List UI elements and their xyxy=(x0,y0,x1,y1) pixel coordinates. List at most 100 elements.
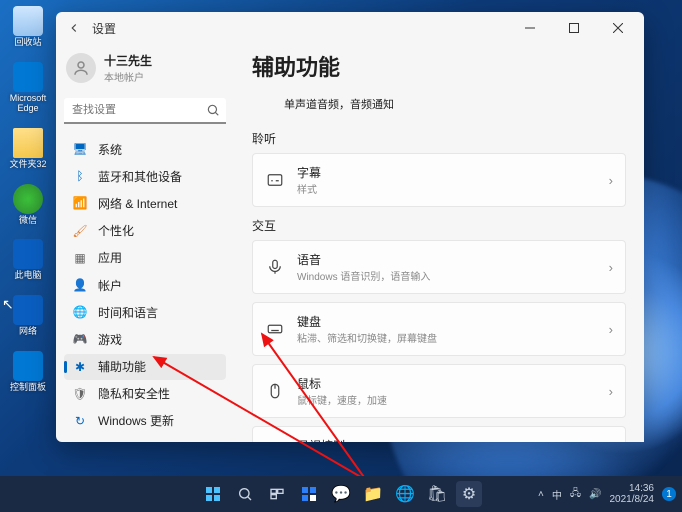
search-input[interactable] xyxy=(64,98,226,124)
card-sub: Windows 语音识别，语音输入 xyxy=(297,268,430,283)
clock[interactable]: 14:36 2021/8/24 xyxy=(610,483,655,505)
nav-accounts[interactable]: 👤帐户 xyxy=(64,272,226,298)
nav-label: 隐私和安全性 xyxy=(98,385,170,402)
card-sub: 样式 xyxy=(297,181,321,196)
maximize-button[interactable] xyxy=(556,14,592,42)
nav-windows-update[interactable]: ↻Windows 更新 xyxy=(64,408,226,434)
section-listen: 聆听 xyxy=(252,130,626,147)
nav-system[interactable]: 🖥 系统 xyxy=(64,136,226,162)
search-icon xyxy=(206,103,220,122)
taskbar-search[interactable] xyxy=(232,481,258,507)
ime-icon[interactable]: 中 xyxy=(552,487,562,502)
close-button[interactable] xyxy=(600,14,636,42)
account-name: 十三先生 xyxy=(104,52,152,69)
back-button[interactable] xyxy=(64,18,84,38)
taskbar: 💬 📁 🌐 🛍 ⚙ ˄ 中 🖧 🔊 14:36 2021/8/24 1 xyxy=(0,476,682,512)
nav-personalization[interactable]: 🖌 个性化 xyxy=(64,218,226,244)
desktop-icon-recycle-bin[interactable]: 回收站 xyxy=(6,6,50,48)
apps-icon: ▦ xyxy=(72,250,88,266)
desktop-icon-control-panel[interactable]: 控制面板 xyxy=(6,351,50,393)
mono-audio-row[interactable]: 单声道音频，音频通知 xyxy=(252,88,626,120)
system-tray[interactable]: ˄ 中 🖧 🔊 14:36 2021/8/24 1 xyxy=(538,483,676,505)
chevron-right-icon: › xyxy=(609,322,613,337)
notifications-icon[interactable]: 1 xyxy=(662,487,676,501)
widgets[interactable] xyxy=(296,481,322,507)
nav-network[interactable]: 📶 网络 & Internet xyxy=(64,190,226,216)
wifi-icon: 📶 xyxy=(72,195,88,211)
edge-icon[interactable]: 🌐 xyxy=(392,481,418,507)
nav-accessibility[interactable]: ✱ 辅助功能 xyxy=(64,354,226,380)
store-icon[interactable]: 🛍 xyxy=(424,481,450,507)
network-icon[interactable]: 🖧 xyxy=(570,486,581,503)
nav-apps[interactable]: ▦ 应用 xyxy=(64,245,226,271)
account-block[interactable]: 十三先生 本地帐户 xyxy=(64,48,226,92)
avatar-icon xyxy=(66,53,96,83)
tray-chevron-icon[interactable]: ˄ xyxy=(538,489,544,500)
card-speech[interactable]: 语音Windows 语音识别，语音输入 › xyxy=(252,240,626,294)
nav-label: 游戏 xyxy=(98,331,122,348)
mouse-icon xyxy=(265,381,285,401)
nav-label: 个性化 xyxy=(98,222,134,239)
nav-label: 时间和语言 xyxy=(98,304,158,321)
nav-bluetooth[interactable]: ᛒ 蓝牙和其他设备 xyxy=(64,163,226,189)
chevron-right-icon: › xyxy=(609,173,613,188)
clock-date: 2021/8/24 xyxy=(610,494,655,505)
volume-icon[interactable]: 🔊 xyxy=(589,489,601,500)
chevron-right-icon: › xyxy=(609,260,613,275)
paint-icon: 🖌 xyxy=(72,223,88,239)
captions-icon xyxy=(265,170,285,190)
card-sub: 粘滞、筛选和切换键，屏幕键盘 xyxy=(297,330,437,345)
shield-icon: 🛡 xyxy=(72,386,88,402)
cursor-icon: ↖ xyxy=(2,296,14,313)
update-icon: ↻ xyxy=(72,413,88,429)
nav-time-language[interactable]: 🌐时间和语言 xyxy=(64,299,226,325)
microphone-icon xyxy=(265,257,285,277)
nav-list: 🖥 系统 ᛒ 蓝牙和其他设备 📶 网络 & Internet 🖌 个性化 ▦ 应用 👤帐户… xyxy=(64,136,226,434)
nav-label: 蓝牙和其他设备 xyxy=(98,168,182,185)
nav-privacy[interactable]: 🛡 隐私和安全性 xyxy=(64,381,226,407)
monitor-icon: 🖥 xyxy=(72,141,88,157)
user-icon: 👤 xyxy=(72,277,88,293)
card-eye-control[interactable]: 目视控制目动追踪仪，文本到语音转换 › xyxy=(252,426,626,442)
chevron-right-icon: › xyxy=(609,384,613,399)
desktop-icon-this-pc[interactable]: 此电脑 xyxy=(6,239,50,281)
desktop-icons: 回收站 Microsoft Edge 文件夹32 微信 此电脑 网络 控制面板 xyxy=(6,6,50,393)
desktop-icon-wechat[interactable]: 微信 xyxy=(6,184,50,226)
card-title: 键盘 xyxy=(297,313,437,330)
explorer-icon[interactable]: 📁 xyxy=(360,481,386,507)
nav-label: 网络 & Internet xyxy=(98,195,177,212)
page-heading: 辅助功能 xyxy=(252,50,626,82)
desktop-icon-edge[interactable]: Microsoft Edge xyxy=(6,62,50,114)
mono-audio-sub: 单声道音频，音频通知 xyxy=(284,96,394,112)
teams-icon[interactable]: 💬 xyxy=(328,481,354,507)
accessibility-icon: ✱ xyxy=(72,359,88,375)
nav-label: 系统 xyxy=(98,141,122,158)
nav-label: 应用 xyxy=(98,249,122,266)
card-mouse[interactable]: 鼠标鼠标键，速度，加速 › xyxy=(252,364,626,418)
section-interact: 交互 xyxy=(252,217,626,234)
card-sub: 鼠标键，速度，加速 xyxy=(297,392,387,407)
settings-taskbar-icon[interactable]: ⚙ xyxy=(456,481,482,507)
card-title: 字幕 xyxy=(297,164,321,181)
content-pane: 辅助功能 单声道音频，音频通知 聆听 字幕样式 › 交互 语音Windows 语… xyxy=(234,44,644,442)
minimize-button[interactable] xyxy=(512,14,548,42)
start-button[interactable] xyxy=(200,481,226,507)
nav-gaming[interactable]: 🎮 游戏 xyxy=(64,326,226,352)
gamepad-icon: 🎮 xyxy=(72,331,88,347)
settings-window: 设置 十三先生 本地帐户 xyxy=(56,12,644,442)
desktop-icon-folder[interactable]: 文件夹32 xyxy=(6,128,50,170)
account-type: 本地帐户 xyxy=(104,69,152,84)
card-title: 鼠标 xyxy=(297,375,387,392)
nav-label: 辅助功能 xyxy=(98,358,146,375)
card-title: 目视控制 xyxy=(297,437,427,442)
keyboard-icon xyxy=(265,319,285,339)
task-view[interactable] xyxy=(264,481,290,507)
search-box[interactable] xyxy=(64,98,226,124)
titlebar: 设置 xyxy=(56,12,644,44)
bluetooth-icon: ᛒ xyxy=(72,168,88,184)
card-captions[interactable]: 字幕样式 › xyxy=(252,153,626,207)
clock-time: 14:36 xyxy=(610,483,655,494)
window-title: 设置 xyxy=(92,20,116,37)
card-keyboard[interactable]: 键盘粘滞、筛选和切换键，屏幕键盘 › xyxy=(252,302,626,356)
sidebar: 十三先生 本地帐户 🖥 系统 ᛒ 蓝牙和其他设备 📶 网络 & Internet 🖌 个… xyxy=(56,44,234,442)
